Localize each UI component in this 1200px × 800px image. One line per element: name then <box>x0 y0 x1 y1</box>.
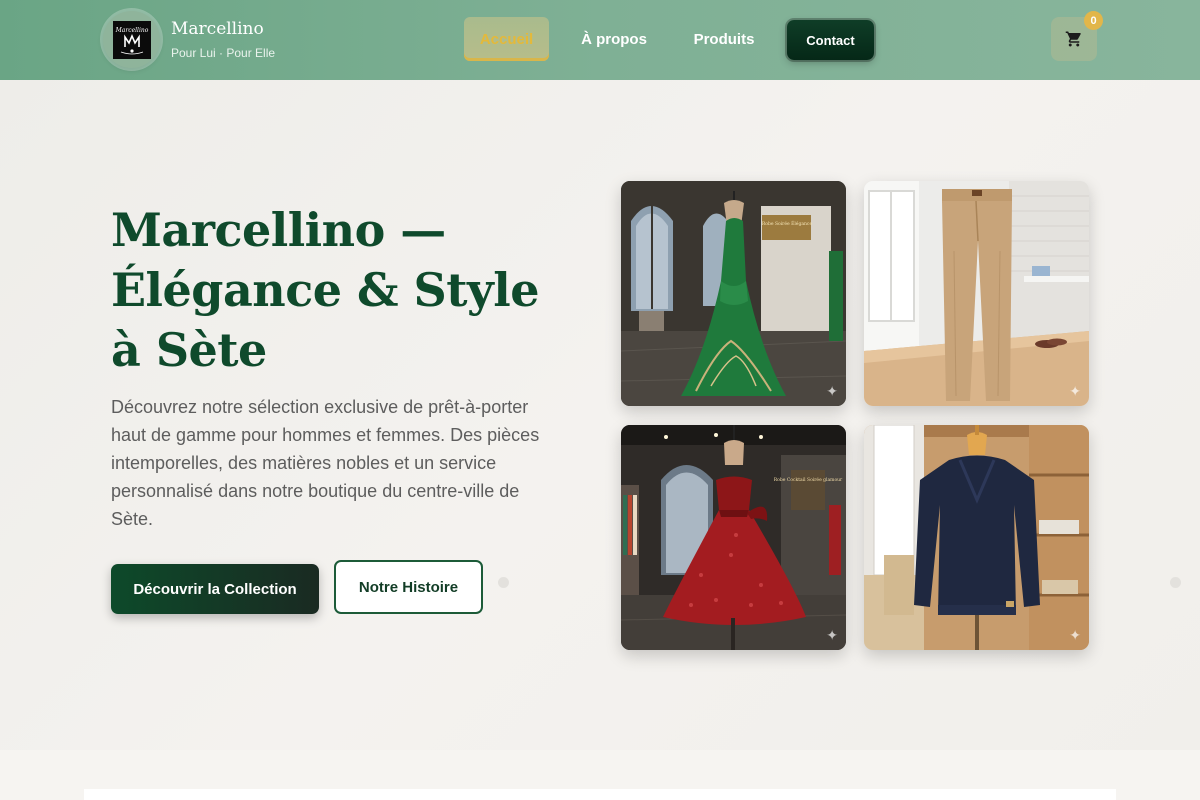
product-image-red-dress[interactable]: Robe Cocktail Soirée glamour ✦ <box>621 425 846 650</box>
logo-text: Marcellino <box>114 27 148 34</box>
sparkle-icon: ✦ <box>1069 627 1081 643</box>
brand-tagline: Pour Lui · Pour Elle <box>171 46 276 60</box>
nav-accueil[interactable]: Accueil <box>464 17 549 61</box>
hero-title: Marcellino — Élégance & Style à Sète <box>111 203 540 377</box>
sparkle-icon: ✦ <box>1069 383 1081 399</box>
decorative-dot <box>498 577 509 588</box>
sparkle-icon: ✦ <box>826 627 838 643</box>
next-section-card <box>84 789 1116 800</box>
nav-contact-button[interactable]: Contact <box>787 20 874 60</box>
cart-count-badge: 0 <box>1084 11 1103 30</box>
cart-icon <box>1065 31 1081 47</box>
logo-mark: Marcellino <box>112 20 151 59</box>
site-header: Marcellino Marcellino Pour Lui · Pour El… <box>0 0 1200 80</box>
decorative-dot <box>1170 577 1181 588</box>
brand-name: Marcellino <box>171 19 264 39</box>
our-story-button[interactable]: Notre Histoire <box>334 560 483 614</box>
product-image-navy-sweater[interactable]: ✦ <box>864 425 1089 650</box>
hero-section: Marcellino — Élégance & Style à Sète Déc… <box>0 80 1200 750</box>
product-image-beige-trousers[interactable]: ✦ <box>864 181 1089 406</box>
logo-emblem-icon: Marcellino <box>112 20 151 59</box>
shop-sign-text: Robe Cocktail Soirée glamour <box>774 476 843 483</box>
nav-apropos[interactable]: À propos <box>572 17 656 61</box>
hero-description: Découvrez notre sélection exclusive de p… <box>111 397 540 529</box>
product-image-green-gown[interactable]: Robe Soirée Élégance ✦ <box>621 181 846 406</box>
discover-collection-button[interactable]: Découvrir la Collection <box>111 564 319 614</box>
logo[interactable]: Marcellino <box>103 11 160 68</box>
sparkle-icon: ✦ <box>826 383 838 399</box>
nav-produits[interactable]: Produits <box>684 17 764 61</box>
